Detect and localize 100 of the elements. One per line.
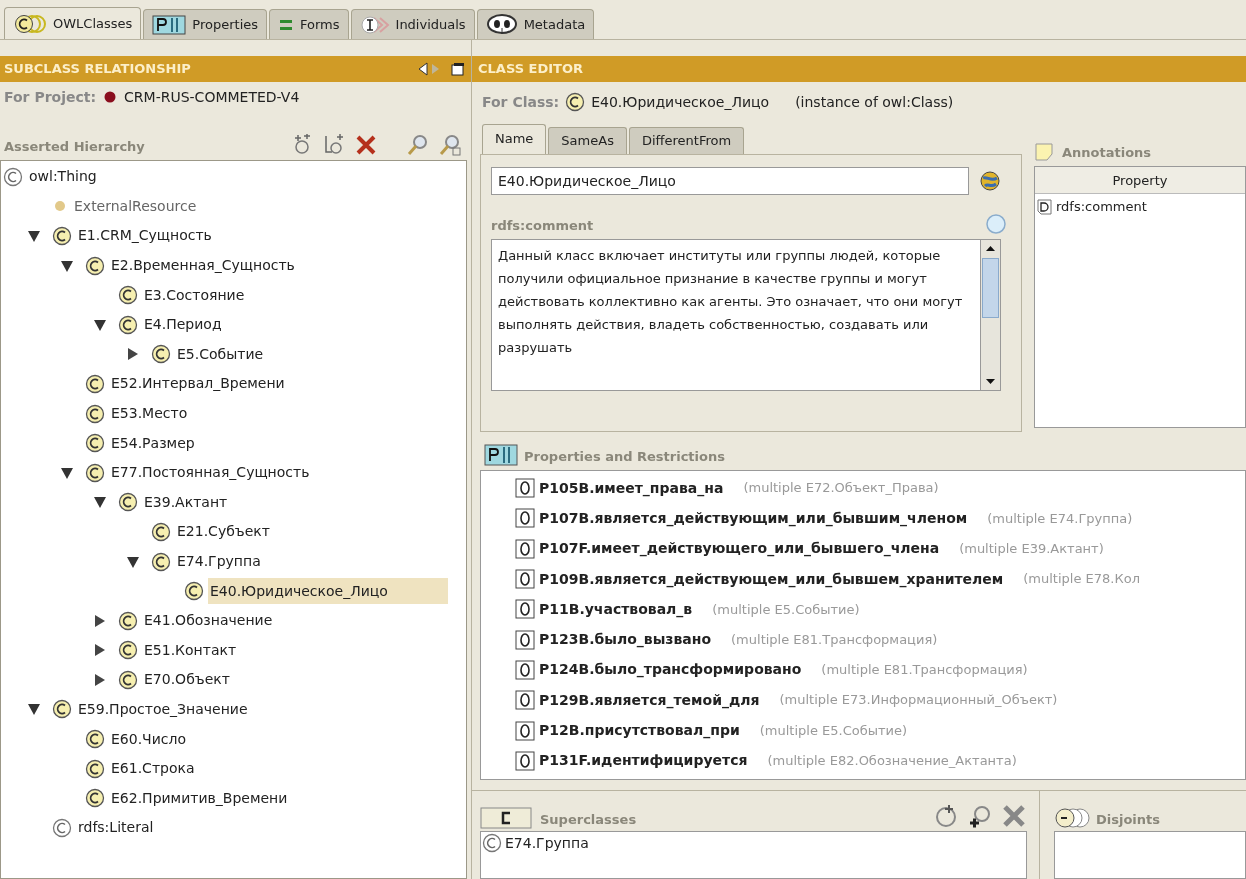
comment-area[interactable] — [491, 239, 1001, 391]
property-range: (multiple E73.Информационный_Объект) — [779, 691, 1058, 710]
superclass-item[interactable]: E74.Группа — [505, 832, 589, 854]
tab[interactable]: Name — [482, 124, 547, 154]
collapse-arrow-icon[interactable] — [92, 495, 107, 510]
collapse-arrow-icon[interactable] — [26, 702, 41, 717]
name-field[interactable]: E40.Юридическое_Лицо — [491, 167, 969, 195]
tree-item[interactable]: E74.Группа — [175, 551, 263, 572]
annotations-label: Annotations — [1062, 143, 1152, 162]
collapse-arrow-icon[interactable] — [125, 554, 140, 569]
add-class-icon[interactable] — [933, 803, 959, 829]
tree-item[interactable]: E62.Примитив_Времени — [109, 787, 290, 809]
tab[interactable]: OWLClasses — [4, 7, 142, 39]
comment-text: Данный класс включает институты или группы людей, которые получили официальное признание в качестве группы и могут действовать коллективно как агенты. Это означает, что они могут выполнять действия, владеть собственностью, создавать или разрушать — [497, 247, 964, 357]
class-icon — [85, 373, 105, 394]
tree-item[interactable]: E5.Событие — [175, 343, 266, 365]
property-range: (multiple E72.Объект_Права) — [743, 479, 939, 498]
tree-item[interactable]: ExternalResource — [72, 195, 199, 217]
property-range: (multiple E81.Трансформация) — [821, 661, 1028, 680]
instance-of-text: (instance of owl:Class) — [795, 92, 954, 112]
search-icon[interactable] — [439, 134, 461, 156]
property-name[interactable]: P123B.было_вызвано — [539, 629, 712, 651]
delete-icon[interactable] — [355, 134, 377, 156]
panel-title: CLASS EDITOR — [478, 60, 583, 79]
superclass-icon — [480, 807, 532, 829]
tree-item[interactable]: E77.Постоянная_Сущность — [109, 462, 312, 484]
tab[interactable]: Individuals — [350, 9, 475, 39]
collapse-arrow-icon[interactable] — [92, 317, 107, 332]
property-name[interactable]: P105B.имеет_права_на — [539, 477, 724, 499]
tree-item[interactable]: E52.Интервал_Времени — [109, 373, 287, 395]
column-header[interactable]: Property — [1035, 167, 1245, 194]
globe-icon[interactable] — [979, 170, 1001, 192]
tree-item[interactable]: E61.Строка — [109, 758, 197, 780]
add-expression-icon[interactable] — [967, 803, 993, 829]
tree-item[interactable]: E54.Размер — [109, 432, 197, 454]
tree-item[interactable]: E39.Актант — [142, 491, 230, 513]
property-name[interactable]: P107F.имеет_действующего_или_бывшего_члена — [539, 538, 940, 560]
class-icon — [85, 403, 105, 424]
tree-item[interactable]: E1.CRM_Сущность — [76, 225, 214, 247]
class-name: E40.Юридическое_Лицо — [591, 92, 770, 112]
tree-item[interactable]: E4.Период — [142, 314, 224, 336]
tree-item[interactable]: E3.Состояние — [142, 284, 247, 306]
class-icon — [3, 166, 23, 187]
class-icon — [184, 581, 204, 602]
tree-item[interactable]: E70.Объект — [142, 669, 232, 691]
property-range: (multiple E82.Обозначение_Актанта) — [767, 752, 1017, 771]
tree-item[interactable]: E60.Число — [109, 728, 189, 750]
hierarchy-label: Asserted Hierarchy — [4, 137, 146, 156]
expand-arrow-icon[interactable] — [92, 672, 107, 687]
search-icon[interactable] — [407, 134, 429, 156]
tab[interactable]: Forms — [269, 9, 349, 39]
object-property-icon — [515, 599, 535, 620]
class-icon — [85, 788, 105, 809]
class-icon — [85, 433, 105, 454]
expand-arrow-icon[interactable] — [125, 347, 140, 362]
scrollbar[interactable] — [980, 240, 1000, 390]
window-icon[interactable] — [451, 62, 465, 76]
add-sibling-icon[interactable] — [323, 134, 345, 156]
tree-item[interactable]: E59.Простое_Значение — [76, 699, 250, 720]
tree-item[interactable]: E53.Место — [109, 403, 190, 425]
tab[interactable]: Metadata — [476, 9, 595, 39]
annotation-property[interactable]: rdfs:comment — [1056, 197, 1147, 217]
tree-item[interactable]: owl:Thing — [27, 166, 99, 188]
tree-item[interactable]: E51.Контакт — [142, 639, 239, 661]
property-name[interactable]: P109B.является_действующем_или_бывшем_хранителем — [539, 568, 1004, 590]
property-name[interactable]: P11B.участвовал_в — [539, 598, 693, 620]
tree-item[interactable]: E40.Юридическое_Лицо — [208, 578, 448, 605]
properties-icon — [484, 444, 518, 466]
tree-item[interactable]: E41.Обозначение — [142, 610, 275, 632]
disjoint-icon — [1054, 807, 1090, 829]
property-name[interactable]: P131F.идентифицируется — [539, 750, 748, 772]
scroll-thumb[interactable] — [982, 258, 999, 318]
panel-title: SUBCLASS RELATIONSHIP — [4, 60, 192, 79]
expand-arrow-icon[interactable] — [92, 613, 107, 628]
tab[interactable]: DifferentFrom — [628, 127, 745, 154]
class-icon — [565, 92, 586, 112]
expand-arrow-icon[interactable] — [92, 643, 107, 658]
property-name[interactable]: P107B.является_действующим_или_бывшим_членом — [539, 507, 968, 529]
object-property-icon — [515, 720, 535, 741]
disjoints-label: Disjoints — [1096, 810, 1161, 829]
property-name[interactable]: P129B.является_темой_для — [539, 689, 760, 711]
property-name[interactable]: P124B.было_трансформировано — [539, 659, 802, 681]
class-icon — [118, 669, 138, 690]
tree-item[interactable]: E21.Субъект — [175, 521, 272, 543]
class-icon — [52, 699, 72, 720]
note-icon — [1034, 140, 1056, 162]
object-property-icon — [515, 659, 535, 680]
class-icon — [118, 314, 138, 335]
tree-item[interactable]: E2.Временная_Сущность — [109, 255, 297, 277]
collapse-arrow-icon[interactable] — [26, 229, 41, 243]
tree-item[interactable]: rdfs:Literal — [76, 817, 156, 839]
tab[interactable]: SameAs — [548, 127, 627, 154]
property-name[interactable]: P12B.присутствовал_при — [539, 720, 740, 741]
object-property-icon — [515, 569, 535, 590]
delete-icon[interactable] — [1001, 803, 1027, 829]
tab[interactable]: Properties — [143, 9, 267, 39]
class-icon — [151, 344, 171, 365]
class-label: For Class: — [482, 92, 560, 112]
collapse-arrow-icon[interactable] — [59, 465, 74, 480]
collapse-arrow-icon[interactable] — [59, 258, 74, 273]
